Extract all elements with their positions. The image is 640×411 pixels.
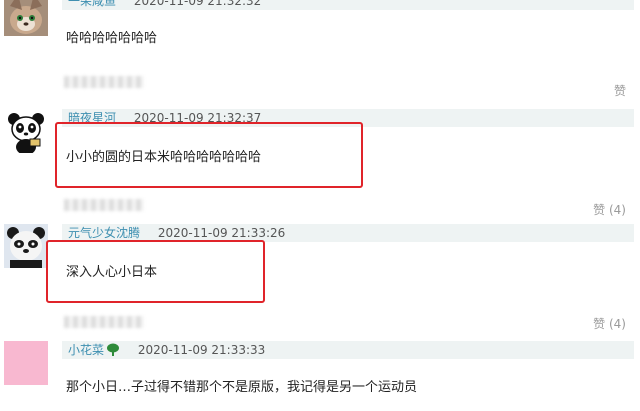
username-link[interactable]: 小花菜 [68,343,104,357]
highlight-box [55,122,363,188]
username-link[interactable]: 一朵咸鱼 [68,0,116,8]
avatar[interactable] [4,224,48,268]
comment-meta: 一朵咸鱼 2020-11-09 21:32:32 [62,0,634,10]
comment-item: 一朵咸鱼 2020-11-09 21:32:32 哈哈哈哈哈哈哈 赞 [0,0,640,100]
comment-timestamp: 2020-11-09 21:33:26 [157,226,286,240]
comment-text: 那个小日…子过得不错那个不是原版，我记得是另一个运动员 [66,380,418,395]
like-button[interactable]: 赞 [614,82,626,99]
blurred-reply-area [64,76,144,88]
comment-timestamp: 2020-11-09 21:32:32 [133,0,262,8]
avatar[interactable] [4,341,48,385]
username-link[interactable]: 元气少女沈腾 [68,226,140,240]
fox-avatar-icon [4,0,48,36]
comment-timestamp: 2020-11-09 21:33:33 [137,343,266,357]
panda-avatar-icon [4,109,48,153]
blurred-reply-area [64,316,144,328]
comment-item: 小花菜 2020-11-09 21:33:33 那个小日…子过得不错那个不是原版… [0,338,640,411]
highlight-box [46,240,265,303]
avatar[interactable] [4,109,48,153]
panda-bear-avatar-icon [4,224,48,268]
sprout-icon [106,343,120,362]
avatar[interactable] [4,0,48,36]
blurred-reply-area [64,199,144,211]
comment-meta: 小花菜 2020-11-09 21:33:33 [62,341,634,359]
like-button[interactable]: 赞 (4) [593,315,626,332]
pink-square-avatar-icon [4,341,48,385]
comment-text: 哈哈哈哈哈哈哈 [66,31,158,46]
like-button[interactable]: 赞 (4) [593,201,626,218]
